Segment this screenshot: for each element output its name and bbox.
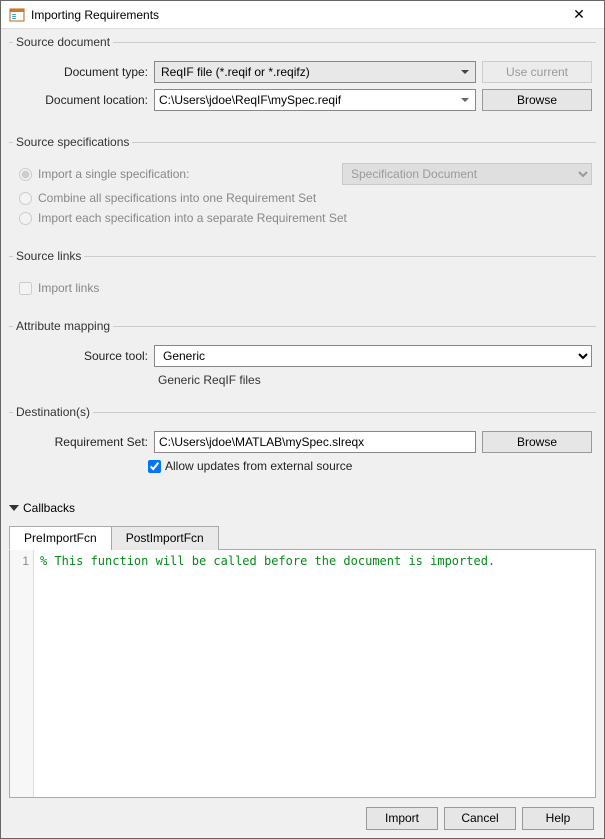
window-title: Importing Requirements [31, 8, 562, 22]
destination-group: Destination(s) Requirement Set: Browse A… [9, 405, 596, 479]
allow-updates-checkbox[interactable] [148, 460, 161, 473]
source-links-legend: Source links [13, 249, 84, 263]
dialog-footer: Import Cancel Help [1, 798, 604, 838]
editor-code[interactable]: % This function will be called before th… [34, 550, 595, 797]
chevron-down-icon [9, 503, 19, 513]
import-links-checkbox [19, 282, 32, 295]
dialog-content: Source document Document type: ReqIF fil… [1, 29, 604, 798]
tab-postimportfcn[interactable]: PostImportFcn [111, 526, 219, 550]
code-editor[interactable]: 1 % This function will be called before … [9, 550, 596, 798]
source-links-group: Source links Import links [9, 249, 596, 307]
callbacks-label: Callbacks [23, 501, 75, 515]
document-type-label: Document type: [13, 65, 148, 79]
specification-dropdown: Specification Document [342, 163, 592, 185]
attribute-mapping-legend: Attribute mapping [13, 319, 113, 333]
document-location-input[interactable] [155, 90, 475, 110]
document-location-combo[interactable] [154, 89, 476, 111]
use-current-button: Use current [482, 61, 592, 83]
browse-dest-button[interactable]: Browse [482, 431, 592, 453]
import-links-label: Import links [38, 281, 99, 295]
source-specifications-group: Source specifications Import a single sp… [9, 135, 596, 237]
requirement-set-label: Requirement Set: [13, 435, 148, 449]
import-button[interactable]: Import [366, 807, 438, 830]
source-specifications-legend: Source specifications [13, 135, 132, 149]
cancel-button[interactable]: Cancel [444, 807, 516, 830]
tab-preimportfcn[interactable]: PreImportFcn [9, 526, 112, 550]
attribute-mapping-group: Attribute mapping Source tool: Generic G… [9, 319, 596, 393]
combine-all-radio [19, 192, 32, 205]
destination-legend: Destination(s) [13, 405, 93, 419]
document-type-dropdown[interactable]: ReqIF file (*.reqif or *.reqifz) [154, 61, 476, 83]
source-tool-label: Source tool: [13, 349, 148, 363]
document-type-value: ReqIF file (*.reqif or *.reqifz) [161, 65, 310, 79]
app-icon [9, 7, 25, 23]
import-each-radio [19, 212, 32, 225]
import-single-label: Import a single specification: [38, 167, 189, 181]
callbacks-toggle[interactable]: Callbacks [9, 501, 596, 515]
allow-updates-label: Allow updates from external source [165, 459, 352, 473]
source-tool-description: Generic ReqIF files [158, 373, 592, 387]
source-document-legend: Source document [13, 35, 113, 49]
combine-all-label: Combine all specifications into one Requ… [38, 191, 316, 205]
requirement-set-input[interactable] [154, 431, 476, 453]
callbacks-tabs: PreImportFcn PostImportFcn [9, 525, 596, 550]
title-bar: Importing Requirements ✕ [1, 1, 604, 29]
document-location-label: Document location: [13, 93, 148, 107]
close-icon[interactable]: ✕ [562, 6, 596, 23]
import-single-radio [19, 168, 32, 181]
source-tool-dropdown[interactable]: Generic [154, 345, 592, 367]
source-document-group: Source document Document type: ReqIF fil… [9, 35, 596, 123]
help-button[interactable]: Help [522, 807, 594, 830]
import-each-label: Import each specification into a separat… [38, 211, 347, 225]
editor-gutter: 1 [10, 550, 34, 797]
browse-doc-button[interactable]: Browse [482, 89, 592, 111]
